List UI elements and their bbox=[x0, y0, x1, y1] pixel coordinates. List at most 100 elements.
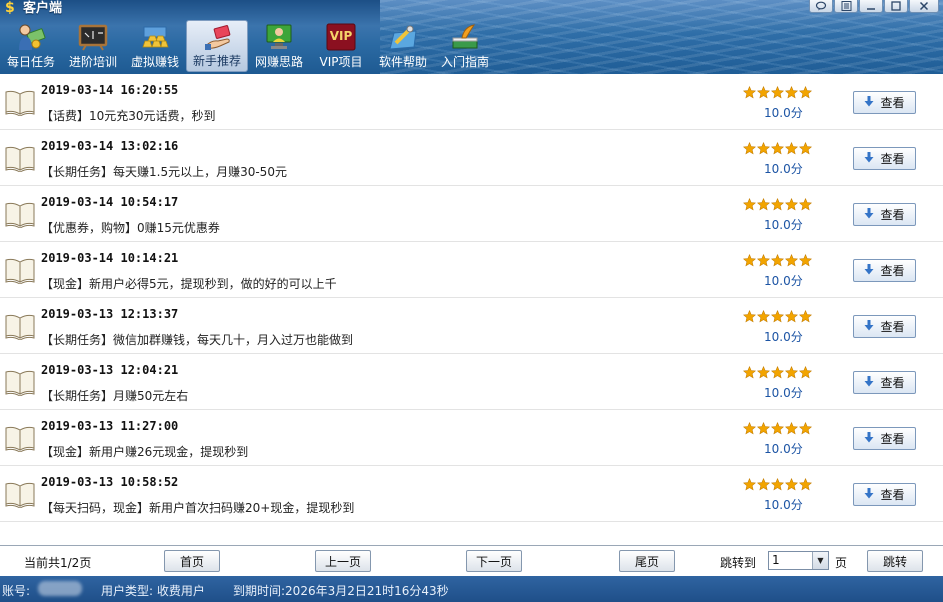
book-icon bbox=[4, 312, 36, 341]
item-time: 2019-03-14 16:20:55 bbox=[41, 83, 179, 97]
star-icon bbox=[743, 476, 756, 491]
header: $ 客户端 每日任务 进阶培训 虚拟赚钱 新手推荐 网赚思路 VIP VIP项目… bbox=[0, 0, 943, 74]
monitor-person-icon bbox=[266, 24, 292, 49]
star-icon bbox=[785, 196, 798, 211]
last-page-button[interactable]: 尾页 bbox=[619, 550, 675, 572]
tool-virtual-earning[interactable]: 虚拟赚钱 bbox=[124, 20, 186, 72]
rating-stars bbox=[743, 364, 812, 379]
window-title: 客户端 bbox=[23, 1, 63, 16]
star-icon bbox=[771, 252, 784, 267]
view-button[interactable]: 查看 bbox=[853, 427, 916, 450]
star-icon bbox=[785, 84, 798, 99]
prev-page-button[interactable]: 上一页 bbox=[315, 550, 371, 572]
item-score: 10.0分 bbox=[764, 274, 803, 288]
book-icon bbox=[4, 144, 36, 173]
star-icon bbox=[743, 196, 756, 211]
menu-icon[interactable] bbox=[834, 0, 858, 13]
minimize-icon[interactable] bbox=[859, 0, 883, 13]
star-icon bbox=[757, 140, 770, 155]
view-button[interactable]: 查看 bbox=[853, 371, 916, 394]
star-icon bbox=[757, 476, 770, 491]
tool-label: 软件帮助 bbox=[378, 55, 427, 69]
view-button-label: 查看 bbox=[880, 376, 905, 390]
page-select-value: 1 bbox=[772, 553, 780, 567]
book-icon bbox=[4, 424, 36, 453]
maximize-icon[interactable] bbox=[884, 0, 908, 13]
pagination-bar: 当前共1/2页 首页 上一页 下一页 尾页 跳转到 1 ▼ 页 跳转 bbox=[0, 545, 943, 576]
hand-card-icon bbox=[205, 25, 231, 50]
jump-label: 跳转到 bbox=[720, 556, 757, 570]
first-page-button[interactable]: 首页 bbox=[164, 550, 220, 572]
jump-button[interactable]: 跳转 bbox=[867, 550, 923, 572]
tool-software-help[interactable]: 软件帮助 bbox=[372, 20, 434, 72]
tool-vip-projects[interactable]: VIP VIP项目 bbox=[310, 20, 372, 72]
star-icon bbox=[799, 420, 812, 435]
tool-getting-started[interactable]: 入门指南 bbox=[434, 20, 496, 72]
star-icon bbox=[799, 196, 812, 211]
item-score: 10.0分 bbox=[764, 106, 803, 120]
star-icon bbox=[771, 420, 784, 435]
star-icon bbox=[771, 476, 784, 491]
arrow-down-icon bbox=[864, 151, 874, 166]
view-button[interactable]: 查看 bbox=[853, 259, 916, 282]
chat-icon[interactable] bbox=[809, 0, 833, 13]
star-icon bbox=[785, 364, 798, 379]
page-info: 当前共1/2页 bbox=[24, 556, 92, 570]
book-icon bbox=[4, 256, 36, 285]
view-button[interactable]: 查看 bbox=[853, 91, 916, 114]
list-item: 2019-03-14 10:54:17 【优惠券，购物】0赚15元优惠券 10.0分… bbox=[0, 186, 943, 242]
view-button[interactable]: 查看 bbox=[853, 147, 916, 170]
star-icon bbox=[785, 140, 798, 155]
tool-daily-tasks[interactable]: 每日任务 bbox=[0, 20, 62, 72]
arrow-down-icon bbox=[864, 487, 874, 502]
rating-stars bbox=[743, 420, 812, 435]
list-item: 2019-03-14 16:20:55 【话费】10元充30元话费，秒到 10.0分… bbox=[0, 74, 943, 130]
item-time: 2019-03-13 12:04:21 bbox=[41, 363, 179, 377]
star-icon bbox=[799, 84, 812, 99]
star-icon bbox=[743, 140, 756, 155]
close-icon[interactable] bbox=[909, 0, 939, 13]
view-button[interactable]: 查看 bbox=[853, 203, 916, 226]
page-unit: 页 bbox=[835, 556, 848, 570]
chevron-down-icon[interactable]: ▼ bbox=[812, 552, 828, 569]
star-icon bbox=[785, 308, 798, 323]
item-description: 【现金】新用户必得5元，提现秒到，做的好的可以上千 bbox=[41, 277, 337, 291]
money-person-icon bbox=[19, 24, 46, 50]
recommend-list: 2019-03-14 16:20:55 【话费】10元充30元话费，秒到 10.0分… bbox=[0, 74, 943, 544]
arrow-down-icon bbox=[864, 319, 874, 334]
item-time: 2019-03-13 12:13:37 bbox=[41, 307, 179, 321]
tool-online-earning-ideas[interactable]: 网赚思路 bbox=[248, 20, 310, 72]
arrow-down-icon bbox=[864, 207, 874, 222]
book-icon bbox=[4, 200, 36, 229]
item-description: 【优惠券，购物】0赚15元优惠券 bbox=[41, 221, 220, 235]
item-score: 10.0分 bbox=[764, 442, 803, 456]
star-icon bbox=[785, 252, 798, 267]
arrow-down-icon bbox=[864, 375, 874, 390]
page-select[interactable]: 1 ▼ bbox=[768, 551, 829, 570]
rating-stars bbox=[743, 308, 812, 323]
star-icon bbox=[771, 140, 784, 155]
star-icon bbox=[757, 308, 770, 323]
item-description: 【长期任务】月赚50元左右 bbox=[41, 389, 189, 403]
item-description: 【长期任务】每天赚1.5元以上，月赚30-50元 bbox=[41, 165, 287, 179]
tool-label: 网赚思路 bbox=[254, 55, 303, 69]
view-button-label: 查看 bbox=[880, 152, 905, 166]
star-icon bbox=[771, 196, 784, 211]
item-description: 【话费】10元充30元话费，秒到 bbox=[41, 109, 216, 123]
tool-newbie-recommend[interactable]: 新手推荐 bbox=[186, 20, 248, 72]
view-button-label: 查看 bbox=[880, 96, 905, 110]
next-page-button[interactable]: 下一页 bbox=[466, 550, 522, 572]
item-score: 10.0分 bbox=[764, 218, 803, 232]
star-icon bbox=[743, 364, 756, 379]
star-icon bbox=[757, 420, 770, 435]
arrow-down-icon bbox=[864, 431, 874, 446]
vip-text: VIP bbox=[329, 29, 353, 43]
item-time: 2019-03-14 10:14:21 bbox=[41, 251, 179, 265]
view-button[interactable]: 查看 bbox=[853, 483, 916, 506]
item-score: 10.0分 bbox=[764, 330, 803, 344]
tool-advanced-training[interactable]: 进阶培训 bbox=[62, 20, 124, 72]
view-button[interactable]: 查看 bbox=[853, 315, 916, 338]
title-bar[interactable]: $ 客户端 bbox=[0, 0, 943, 18]
expire-time: 到期时间:2026年3月2日21时16分43秒 bbox=[233, 584, 449, 598]
star-icon bbox=[799, 364, 812, 379]
